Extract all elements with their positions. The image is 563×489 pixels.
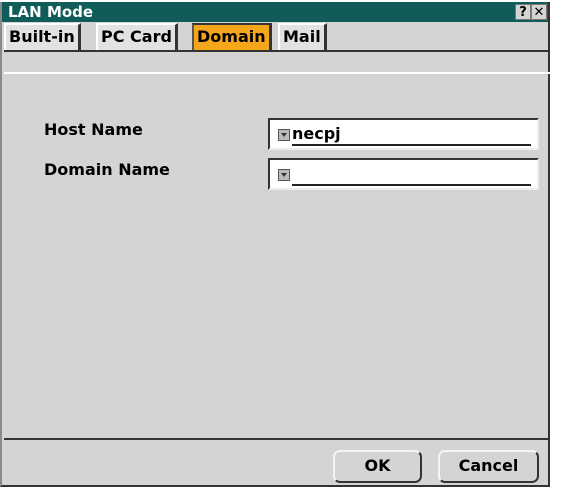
cancel-button[interactable]: Cancel [438,450,539,483]
window-title: LAN Mode [8,3,94,21]
content-top-line [4,72,550,74]
domain-name-label: Domain Name [44,160,170,179]
tab-mail[interactable]: Mail [278,23,327,51]
dropdown-icon[interactable] [278,169,290,181]
title-bar[interactable]: LAN Mode ? ✕ [2,2,548,22]
domain-name-field[interactable] [268,158,539,190]
tab-bar: Built-in PC Card Domain Mail [4,22,550,52]
host-name-field[interactable]: necpj [268,118,539,150]
footer-separator [4,438,550,440]
tab-pc-card[interactable]: PC Card [96,23,178,51]
host-name-label: Host Name [44,120,143,139]
lan-mode-dialog: LAN Mode ? ✕ Built-in PC Card Domain Mai… [0,2,550,487]
tab-built-in[interactable]: Built-in [4,23,81,51]
help-icon[interactable]: ? [515,4,531,20]
dropdown-icon[interactable] [278,129,290,141]
domain-name-value[interactable] [292,164,531,186]
host-name-value[interactable]: necpj [292,124,531,146]
tab-divider [4,50,550,52]
ok-button[interactable]: OK [333,450,422,483]
tab-domain[interactable]: Domain [192,23,272,51]
close-icon[interactable]: ✕ [531,4,547,20]
